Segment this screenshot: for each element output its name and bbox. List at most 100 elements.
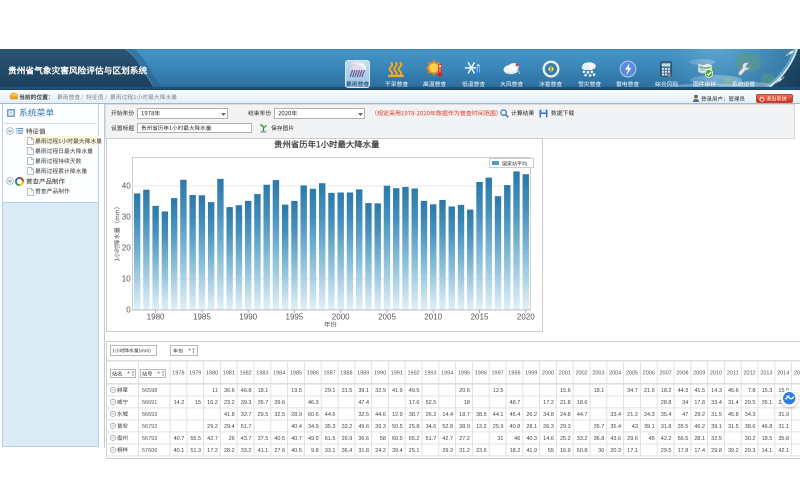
svg-text:1991: 1991 [390,370,402,376]
svg-text:57606: 57606 [142,448,157,454]
svg-text:28.1: 28.1 [526,424,537,430]
svg-text:17.4: 17.4 [694,448,705,454]
svg-text:1990: 1990 [239,312,257,321]
svg-text:29.5: 29.5 [744,400,755,406]
svg-text:16.2: 16.2 [207,400,218,406]
svg-text:38.5: 38.5 [475,412,486,418]
svg-text:2014: 2014 [777,370,789,376]
svg-text:18.1: 18.1 [593,388,604,394]
svg-text:26: 26 [228,436,234,442]
svg-text:23.2: 23.2 [223,400,234,406]
svg-text:25.8: 25.8 [408,424,419,430]
svg-text:20: 20 [122,243,131,252]
svg-text:45.6: 45.6 [727,388,738,394]
svg-text:29.8: 29.8 [711,448,722,454]
svg-text:38.7: 38.7 [408,412,419,418]
svg-text:52.8: 52.8 [442,424,453,430]
svg-text:52.5: 52.5 [425,400,436,406]
svg-text:46.8: 46.8 [240,388,251,394]
svg-text:40.7: 40.7 [291,436,302,442]
svg-text:36.6: 36.6 [358,436,369,442]
svg-text:33.2: 33.2 [576,436,587,442]
svg-text:17.8: 17.8 [677,448,688,454]
svg-text:2005: 2005 [625,370,637,376]
svg-text:9.8: 9.8 [311,448,319,454]
svg-text:31: 31 [497,436,503,442]
svg-text:2010: 2010 [709,370,721,376]
svg-text:20.3: 20.3 [610,448,621,454]
svg-text:46: 46 [514,436,520,442]
svg-text:26.3: 26.3 [543,424,554,430]
svg-text:1986: 1986 [306,370,318,376]
svg-text:44.3: 44.3 [677,388,688,394]
svg-text:24.3: 24.3 [643,412,654,418]
svg-text:31.4: 31.4 [727,400,738,406]
svg-text:17.8: 17.8 [694,400,705,406]
svg-text:65.2: 65.2 [408,436,419,442]
svg-text:11: 11 [212,388,218,394]
svg-text:56598: 56598 [142,388,157,394]
svg-text:48.7: 48.7 [509,400,520,406]
svg-text:41.8: 41.8 [223,412,234,418]
svg-text:31.8: 31.8 [660,424,671,430]
svg-text:35.3: 35.3 [324,424,335,430]
svg-text:61.5: 61.5 [324,436,335,442]
svg-text:2001: 2001 [558,370,570,376]
svg-text:14.2: 14.2 [173,400,184,406]
svg-text:33.1: 33.1 [324,448,335,454]
svg-text:29.2: 29.2 [207,424,218,430]
svg-text:2004: 2004 [609,370,621,376]
svg-text:1982: 1982 [239,370,251,376]
svg-text:29.4: 29.4 [223,424,234,430]
svg-text:36.4: 36.4 [341,448,352,454]
svg-text:39.3: 39.3 [375,424,386,430]
svg-text:12.5: 12.5 [492,388,503,394]
svg-text:18.1: 18.1 [257,388,268,394]
svg-text:34.9: 34.9 [307,424,318,430]
svg-text:40.5: 40.5 [274,436,285,442]
svg-text:10: 10 [122,274,131,283]
svg-text:1978: 1978 [172,370,184,376]
svg-text:46.8: 46.8 [761,424,772,430]
svg-text:40.5: 40.5 [291,448,302,454]
svg-text:42.2: 42.2 [660,436,671,442]
svg-text:1997: 1997 [491,370,503,376]
svg-text:49.5: 49.5 [408,388,419,394]
svg-text:2006: 2006 [642,370,654,376]
svg-text:24.2: 24.2 [375,448,386,454]
svg-text:1984: 1984 [273,370,285,376]
svg-text:31.9: 31.9 [778,412,789,418]
svg-text:39.6: 39.6 [274,400,285,406]
svg-text:29.1: 29.1 [324,388,335,394]
svg-text:43.7: 43.7 [240,436,251,442]
svg-text:2015: 2015 [793,370,800,376]
svg-text:32.5: 32.5 [358,412,369,418]
svg-text:1995: 1995 [457,370,469,376]
svg-text:60.6: 60.6 [307,412,318,418]
svg-text:21.8: 21.8 [559,400,570,406]
svg-text:43.6: 43.6 [610,436,621,442]
svg-text:32.5: 32.5 [274,412,285,418]
svg-text:46.3: 46.3 [307,400,318,406]
svg-text:33.4: 33.4 [610,412,621,418]
svg-text:1988: 1988 [340,370,352,376]
svg-text:28.9: 28.9 [291,412,302,418]
svg-text:26.9: 26.9 [341,436,352,442]
svg-text:38.9: 38.9 [459,424,470,430]
svg-text:46.2: 46.2 [694,424,705,430]
svg-text:17.6: 17.6 [408,400,419,406]
svg-text:1994: 1994 [441,370,453,376]
svg-text:44.7: 44.7 [576,412,587,418]
svg-text:1995: 1995 [286,312,304,321]
svg-text:1990: 1990 [373,370,385,376]
svg-text:1979: 1979 [189,370,201,376]
svg-text:39.2: 39.2 [727,448,738,454]
svg-text:21.9: 21.9 [643,388,654,394]
svg-text:40.4: 40.4 [291,424,302,430]
svg-text:29.3: 29.3 [442,448,453,454]
svg-text:1999: 1999 [525,370,537,376]
svg-text:39.1: 39.1 [711,424,722,430]
svg-text:1981: 1981 [222,370,234,376]
svg-text:2010: 2010 [424,312,442,321]
svg-text:34.7: 34.7 [627,388,638,394]
